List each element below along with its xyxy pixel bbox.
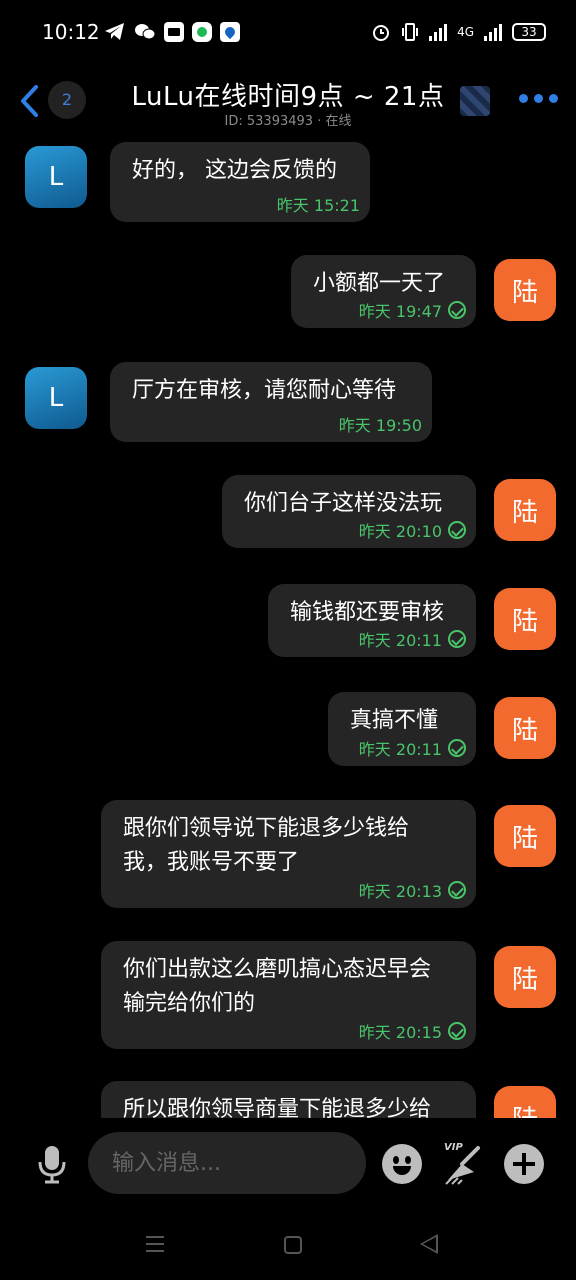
message-text: 输钱都还要审核: [290, 600, 445, 625]
more-options-icon[interactable]: [519, 94, 558, 103]
status-time: 10:12: [42, 20, 100, 44]
message-time: 昨天 20:15: [358, 1023, 442, 1042]
message-bubble-outgoing[interactable]: 小额都一天了 昨天 19:47: [291, 255, 476, 328]
my-avatar[interactable]: 陆: [494, 479, 556, 541]
message-time: 昨天 19:47: [358, 302, 442, 321]
network-type: 4G: [457, 25, 474, 39]
message-text: 厅方在审核，请您耐心等待: [132, 378, 397, 403]
message-meta: 昨天 20:15: [359, 1019, 466, 1043]
chat-header: 2 LuLu在线时间9点 ~ 21点 ID: 53393493 · 在线: [0, 66, 576, 140]
read-check-icon: [448, 301, 466, 319]
read-check-icon: [448, 739, 466, 757]
contact-avatar[interactable]: [460, 86, 490, 116]
message-meta: 昨天 20:11: [359, 736, 466, 760]
message-bubble-outgoing[interactable]: 真搞不懂 昨天 20:11: [328, 692, 476, 766]
message-text: 你们出款这么磨叽搞心态迟早会 输完给你们的: [123, 957, 432, 1016]
message-text: 所以跟你领导商量下能退多少给: [123, 1097, 432, 1118]
wechat-icon: [135, 24, 156, 40]
my-avatar[interactable]: 陆: [494, 805, 556, 867]
message-time: 昨天 20:10: [358, 522, 442, 541]
spotify-icon: [192, 22, 212, 42]
message-text: 真搞不懂: [350, 708, 439, 733]
message-time: 昨天 20:11: [358, 740, 442, 759]
home-icon[interactable]: [284, 1236, 302, 1254]
signal-icon-2: [484, 23, 502, 41]
read-check-icon: [448, 630, 466, 648]
read-check-icon: [448, 521, 466, 539]
system-navigation-bar: [0, 1210, 576, 1280]
add-attachment-icon[interactable]: [504, 1144, 544, 1184]
message-time: 昨天 20:13: [358, 882, 442, 901]
alarm-icon: [373, 25, 390, 41]
input-bar: VIP: [0, 1118, 576, 1210]
back-triangle-icon[interactable]: [420, 1234, 438, 1254]
message-text: 小额都一天了: [313, 271, 446, 296]
message-bubble-incoming[interactable]: 厅方在审核，请您耐心等待 昨天 19:50: [110, 362, 432, 442]
my-avatar[interactable]: 陆: [494, 697, 556, 759]
recents-menu-icon[interactable]: [146, 1236, 164, 1252]
system-status: 4G 33: [371, 22, 546, 42]
message-text: 好的， 这边会反馈的: [132, 158, 337, 183]
message-bubble-outgoing[interactable]: 所以跟你领导商量下能退多少给: [101, 1081, 476, 1118]
my-avatar[interactable]: 陆: [494, 1086, 556, 1118]
message-time: 昨天 15:21: [276, 196, 360, 215]
message-text: 你们台子这样没法玩: [244, 491, 443, 516]
message-bubble-outgoing[interactable]: 跟你们领导说下能退多少钱给 我，我账号不要了 昨天 20:13: [101, 800, 476, 908]
microphone-icon[interactable]: [36, 1144, 68, 1184]
message-meta: 昨天 15:21: [277, 192, 360, 216]
contact-avatar-l[interactable]: L: [25, 367, 87, 429]
message-time: 昨天 20:11: [358, 631, 442, 650]
message-bubble-outgoing[interactable]: 你们出款这么磨叽搞心态迟早会 输完给你们的 昨天 20:15: [101, 941, 476, 1049]
my-avatar[interactable]: 陆: [494, 588, 556, 650]
telegram-icon: [105, 23, 124, 40]
message-input[interactable]: [88, 1132, 366, 1194]
message-list[interactable]: L 好的， 这边会反馈的 昨天 15:21 小额都一天了 昨天 19:47 陆 …: [0, 140, 576, 1118]
message-meta: 昨天 20:10: [359, 518, 466, 542]
message-meta: 昨天 20:13: [359, 878, 466, 902]
message-bubble-incoming[interactable]: 好的， 这边会反馈的 昨天 15:21: [110, 142, 370, 222]
read-check-icon: [448, 881, 466, 899]
notification-icons: [104, 22, 240, 42]
battery-icon: 33: [512, 23, 546, 41]
status-bar: 10:12 4G 33: [0, 0, 576, 66]
message-time: 昨天 19:50: [338, 416, 422, 435]
drop-icon: [220, 22, 240, 42]
vibrate-icon: [402, 23, 419, 41]
message-meta: 昨天 19:47: [359, 298, 466, 322]
message-bubble-outgoing[interactable]: 你们台子这样没法玩 昨天 20:10: [222, 475, 476, 548]
my-avatar[interactable]: 陆: [494, 946, 556, 1008]
contact-avatar-l[interactable]: L: [25, 146, 87, 208]
message-bubble-outgoing[interactable]: 输钱都还要审核 昨天 20:11: [268, 584, 476, 657]
mail-icon: [164, 22, 184, 42]
vip-label: VIP: [444, 1142, 463, 1153]
my-avatar[interactable]: 陆: [494, 259, 556, 321]
signal-icon: [429, 23, 448, 41]
message-meta: 昨天 19:50: [339, 412, 422, 436]
message-text: 跟你们领导说下能退多少钱给 我，我账号不要了: [123, 816, 410, 875]
emoji-icon[interactable]: [382, 1144, 422, 1184]
message-meta: 昨天 20:11: [359, 627, 466, 651]
read-check-icon: [448, 1022, 466, 1040]
